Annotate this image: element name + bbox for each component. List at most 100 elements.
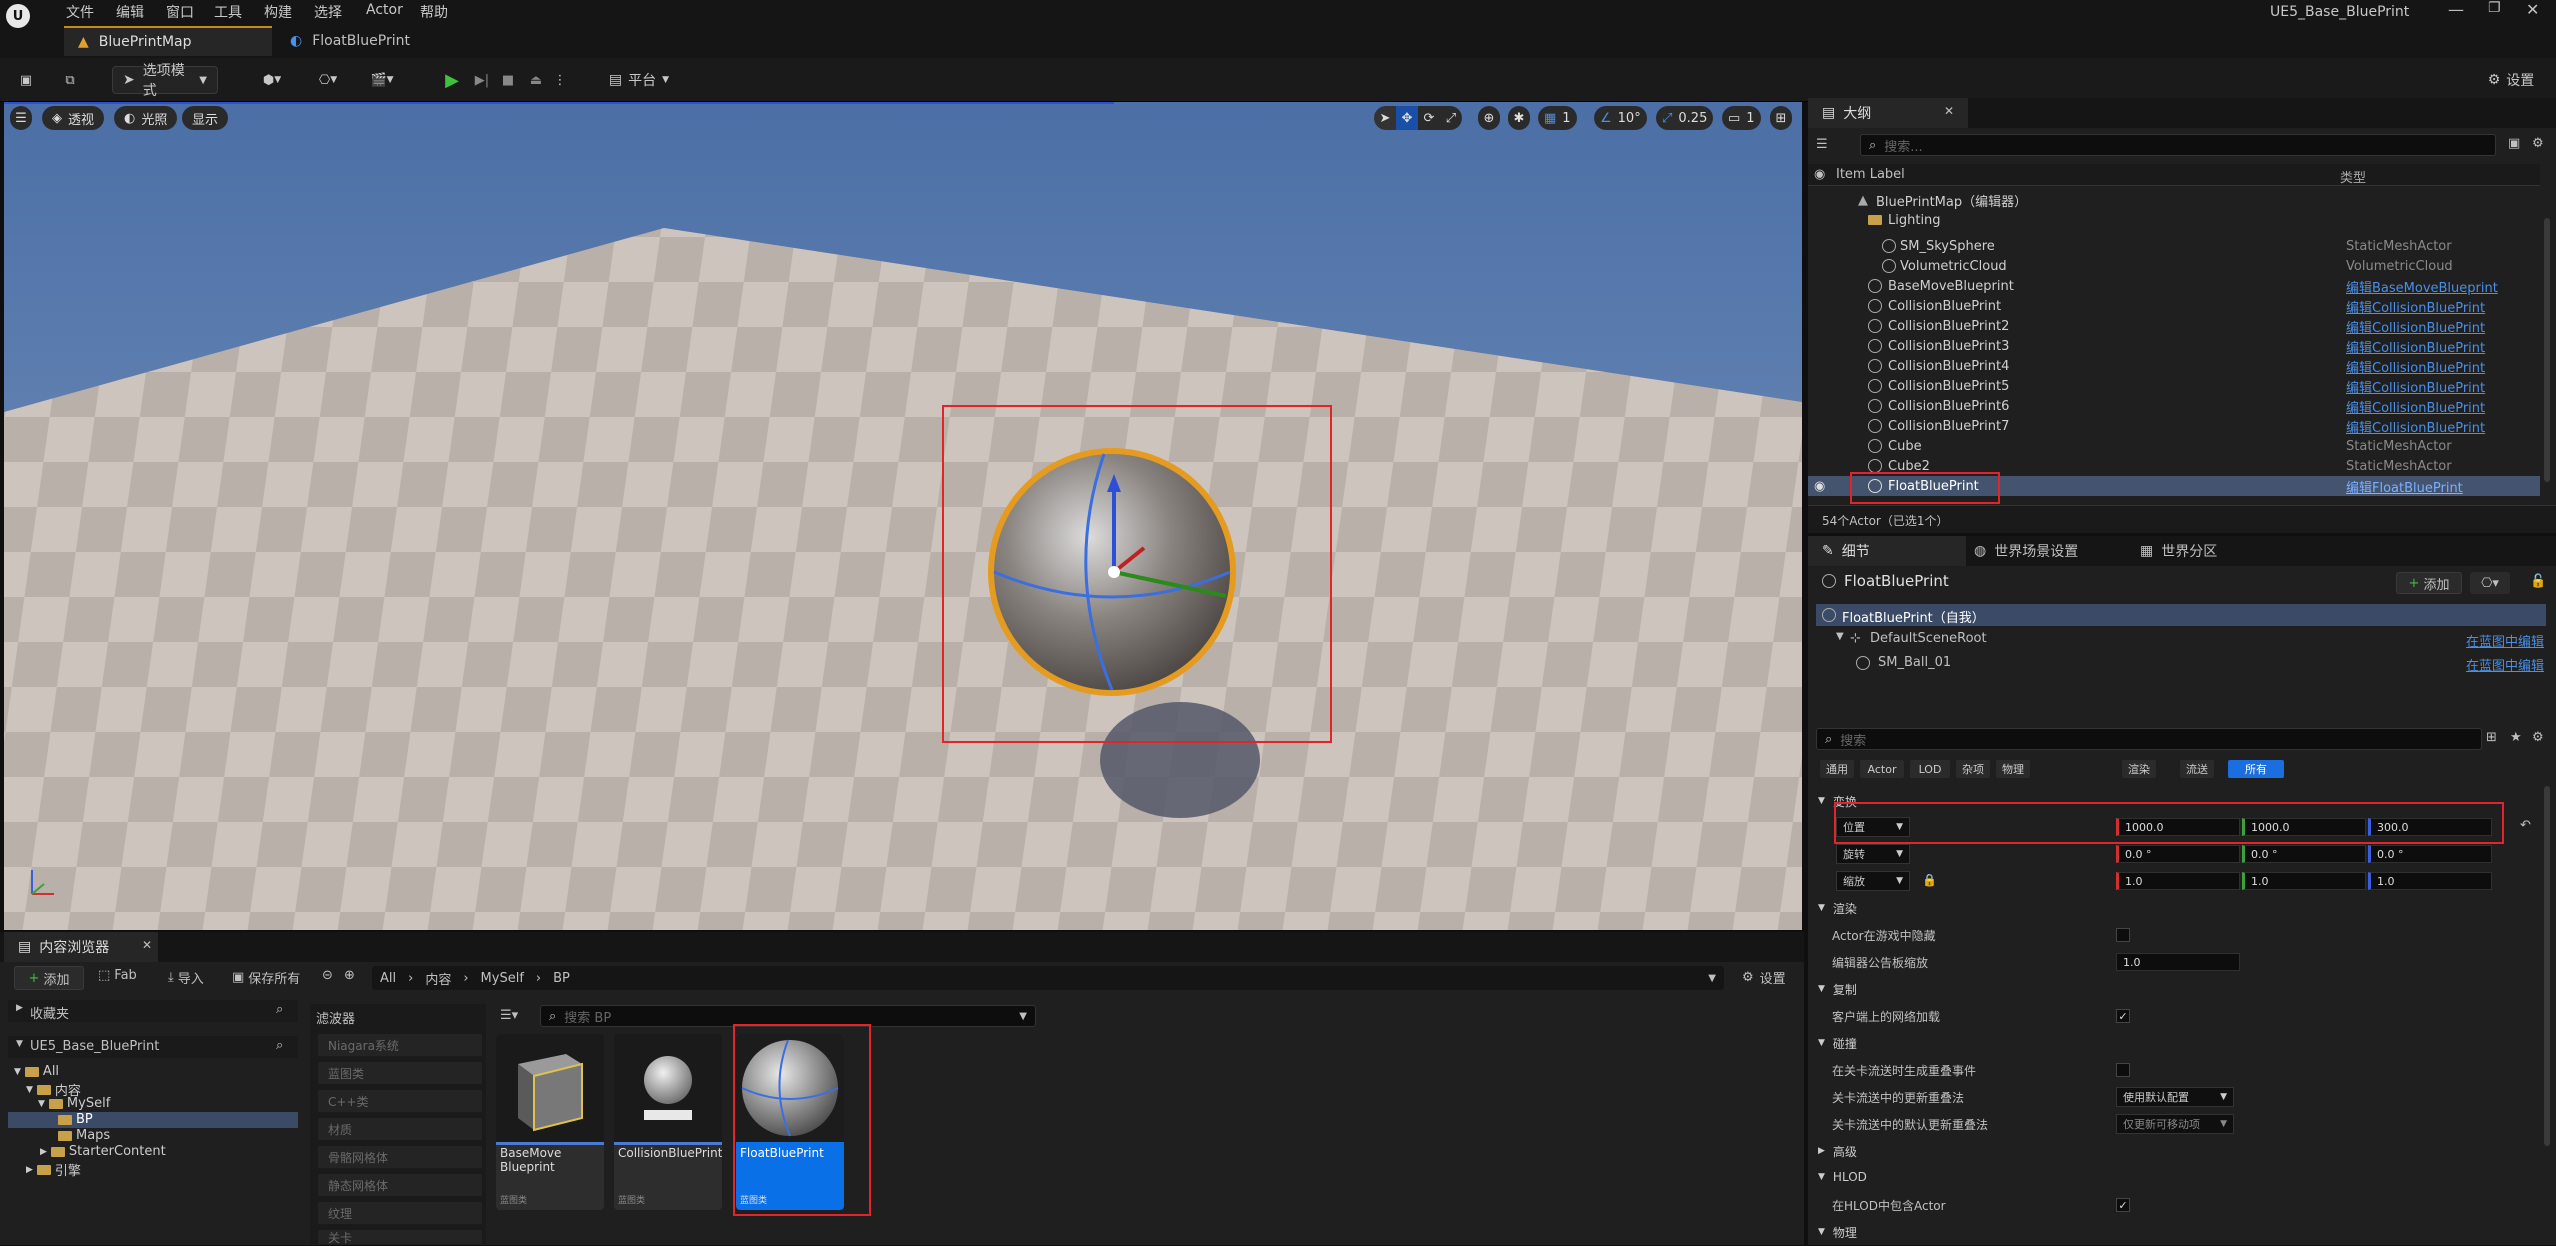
select-tool-icon[interactable]: ➤ [1374, 106, 1396, 130]
minimize-icon[interactable]: — [2448, 0, 2464, 19]
rotate-tool-icon[interactable]: ⟳ [1418, 106, 1440, 130]
rotation-dropdown[interactable]: 旋转 ▼ [1836, 844, 1910, 864]
filter-icon[interactable]: ☰▾ [500, 1008, 518, 1023]
tab-details[interactable]: ✎ 细节 [1808, 536, 1966, 566]
menu-tools[interactable]: 工具 [214, 2, 242, 22]
visibility-icon[interactable]: ◉ [1814, 479, 1825, 494]
favorites-header[interactable]: ▶ 收藏夹 ⌕ [8, 1000, 298, 1022]
surface-snap-icon[interactable]: ✱ [1508, 106, 1530, 130]
default-overlap-dropdown[interactable]: 仅更新可移动项 ▼ [2116, 1114, 2234, 1134]
show-button[interactable]: 显示 [182, 106, 229, 130]
asset-tile-collision[interactable]: CollisionBluePrint 蓝图类 [614, 1034, 722, 1210]
filter-level[interactable]: 关卡 [318, 1230, 482, 1245]
tab-content-browser[interactable]: ▤ 内容浏览器 [4, 932, 158, 962]
cinematics-button[interactable]: 🎬 ▼ [362, 66, 402, 94]
scale-snap-button[interactable]: ⤢ 0.25 [1656, 106, 1714, 130]
filter-texture[interactable]: 纹理 [318, 1202, 482, 1224]
filter-cpp[interactable]: C++类 [318, 1090, 482, 1112]
breadcrumb-item[interactable]: All [380, 971, 396, 986]
hlod-include-checkbox[interactable]: ✓ [2116, 1198, 2130, 1212]
add-component-button[interactable]: + 添加 [2396, 572, 2462, 594]
menu-build[interactable]: 构建 [264, 2, 292, 22]
category-hlod[interactable]: ▼ HLOD [1810, 1165, 2540, 1189]
fab-button[interactable]: ⬚ Fab [98, 968, 137, 983]
search-icon[interactable]: ⌕ [276, 1038, 283, 1053]
list-item[interactable]: CollisionBluePrint4 编辑CollisionBluePrint [1808, 356, 2540, 376]
reset-icon[interactable]: ↶ [2520, 818, 2531, 833]
rotation-z-field[interactable]: 0.0 ° [2368, 845, 2492, 863]
level-viewport[interactable] [4, 102, 1802, 930]
close-tab-icon[interactable]: ✕ [1944, 104, 1954, 118]
list-item[interactable]: CollisionBluePrint7 编辑CollisionBluePrint [1808, 416, 2540, 436]
edit-in-blueprint-link[interactable]: 在蓝图中编辑 [2466, 631, 2544, 650]
tab-world-partition[interactable]: ▦ 世界分区 [2140, 541, 2217, 561]
filter-tab-all[interactable]: 所有 [2228, 760, 2284, 778]
rotation-x-field[interactable]: 0.0 ° [2116, 845, 2240, 863]
filter-icon[interactable]: ☰ [1816, 134, 1836, 154]
translate-tool-icon[interactable]: ✥ [1396, 106, 1418, 130]
list-item[interactable]: CollisionBluePrint5 编辑CollisionBluePrint [1808, 376, 2540, 396]
add-button[interactable]: + 添加 [14, 966, 84, 990]
angle-snap-button[interactable]: ∠ 10° [1594, 106, 1647, 130]
platform-button[interactable]: ▤ 平台 ▼ [602, 66, 676, 94]
filter-blueprint[interactable]: 蓝图类 [318, 1062, 482, 1084]
mode-dropdown[interactable]: ➤ 选项模式 ▼ [112, 63, 218, 99]
lock-icon[interactable]: 🔒 [1922, 873, 1937, 887]
list-item[interactable]: CollisionBluePrint2 编辑CollisionBluePrint [1808, 316, 2540, 336]
menu-actor[interactable]: Actor [366, 2, 403, 18]
gear-icon[interactable]: ⚙ [2532, 730, 2544, 745]
tree-item-engine[interactable]: ▶ 引擎 [26, 1160, 81, 1179]
filter-skeletal-mesh[interactable]: 骨骼网格体 [318, 1146, 482, 1168]
search-icon[interactable]: ⌕ [276, 1002, 283, 1017]
stop-icon[interactable]: ■ [496, 66, 520, 94]
tree-item-maps[interactable]: Maps [58, 1128, 110, 1143]
list-item[interactable]: SM_SkySphere StaticMeshActor [1808, 236, 2540, 256]
scale-y-field[interactable]: 1.0 [2242, 872, 2366, 890]
filter-tab-general[interactable]: 通用 [1820, 760, 1854, 778]
maximize-icon[interactable]: ❐ [2488, 0, 2501, 16]
import-button[interactable]: ⤓ 导入 [168, 968, 204, 987]
star-icon[interactable]: ★ [2510, 730, 2522, 745]
edit-in-blueprint-link[interactable]: 在蓝图中编辑 [2466, 655, 2544, 674]
scale-x-field[interactable]: 1.0 [2116, 872, 2240, 890]
category-advanced[interactable]: ▶ 高级 [1810, 1139, 2540, 1163]
edit-blueprint-link[interactable]: 编辑CollisionBluePrint [2346, 297, 2485, 316]
project-header[interactable]: ▼ UE5_Base_BluePrint ⌕ [8, 1036, 298, 1058]
component-row[interactable]: ▼ ⊹ DefaultSceneRoot 在蓝图中编辑 [1816, 628, 2546, 650]
visibility-icon[interactable]: ◉ [1814, 167, 1825, 182]
filter-tab-rendering[interactable]: 渲染 [2122, 760, 2156, 778]
blueprint-button[interactable]: ⎔ ▼ [308, 66, 348, 94]
chevron-down-icon[interactable]: ▼ [1708, 973, 1716, 984]
list-item[interactable]: ▲ BluePrintMap（编辑器） [1808, 190, 2540, 210]
save-icon[interactable]: ▣ [14, 66, 38, 94]
col-type-header[interactable]: 类型 [2340, 167, 2366, 186]
category-replication[interactable]: ▼ 复制 [1810, 977, 2540, 1001]
grid-snap-button[interactable]: ▦ 1 [1538, 106, 1577, 130]
net-load-checkbox[interactable]: ✓ [2116, 1009, 2130, 1023]
edit-blueprint-link[interactable]: 编辑FloatBluePrint [2346, 477, 2463, 496]
menu-edit[interactable]: 编辑 [116, 2, 144, 22]
overlap-events-checkbox[interactable] [2116, 1063, 2130, 1077]
details-search-input[interactable]: ⌕ 搜索 [1816, 728, 2482, 750]
hidden-in-game-checkbox[interactable] [2116, 928, 2130, 942]
menu-window[interactable]: 窗口 [166, 2, 194, 22]
component-row[interactable]: SM_Ball_01 在蓝图中编辑 [1816, 652, 2546, 674]
unreal-logo-icon[interactable]: U [6, 4, 30, 28]
tree-item-all[interactable]: ▼ All [14, 1064, 59, 1079]
asset-tile-basemove[interactable]: BaseMove Blueprint 蓝图类 [496, 1034, 604, 1210]
tab-blueprintmap[interactable]: ▲ BluePrintMap [64, 26, 272, 56]
filter-tab-misc[interactable]: 杂项 [1956, 760, 1990, 778]
lock-icon[interactable]: 🔓 [2530, 574, 2546, 589]
col-label-header[interactable]: Item Label [1836, 167, 1905, 182]
table-view-icon[interactable]: ⊞ [2486, 730, 2497, 745]
details-scrollbar[interactable] [2544, 786, 2550, 1146]
filter-tab-actor[interactable]: Actor [1860, 760, 1904, 778]
close-icon[interactable]: ✕ [2526, 0, 2539, 19]
filter-material[interactable]: 材质 [318, 1118, 482, 1140]
scale-z-field[interactable]: 1.0 [2368, 872, 2492, 890]
viewport-layout-icon[interactable]: ⊞ [1770, 106, 1792, 130]
tree-item-startercontent[interactable]: ▶ StarterContent [40, 1144, 166, 1159]
rotation-y-field[interactable]: 0.0 ° [2242, 845, 2366, 863]
list-item[interactable]: Lighting [1808, 210, 2540, 230]
tab-floatblueprint[interactable]: ◐ FloatBluePrint [276, 26, 416, 56]
